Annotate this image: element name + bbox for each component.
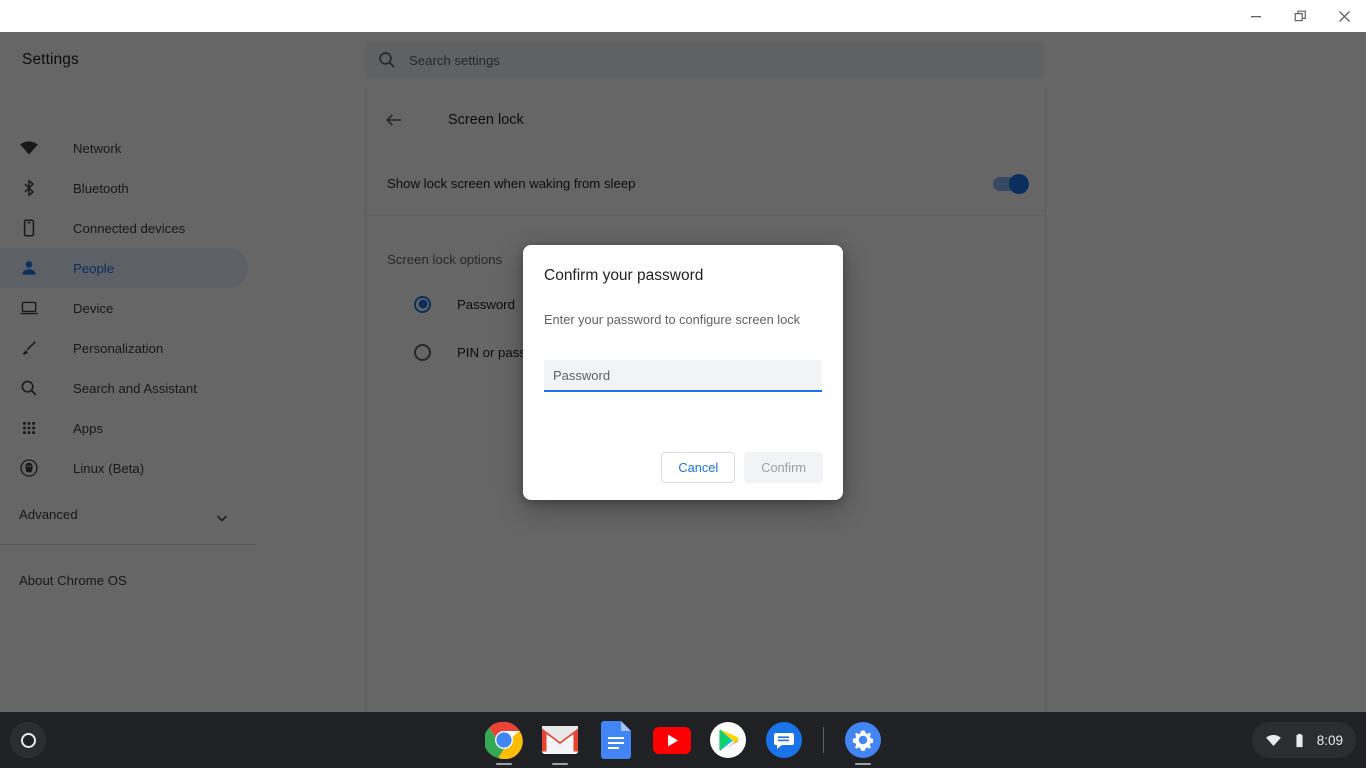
system-tray[interactable]: 8:09 (1251, 722, 1356, 758)
lock-on-wake-row[interactable]: Show lock screen when waking from sleep (366, 152, 1045, 216)
laptop-icon (19, 298, 39, 318)
option-label: Password (457, 296, 515, 312)
radio-button[interactable] (414, 343, 431, 361)
wifi-icon (19, 138, 39, 158)
password-input[interactable]: Password (544, 360, 822, 392)
close-icon[interactable] (1322, 0, 1366, 32)
arrow-back-icon[interactable] (384, 110, 404, 130)
lock-on-wake-label: Show lock screen when waking from sleep (387, 176, 636, 191)
sidebar-item-linux-beta[interactable]: Linux (Beta) (0, 448, 248, 488)
sidebar-item-label: Search and Assistant (73, 380, 197, 396)
shelf-app-messages[interactable] (762, 718, 806, 762)
lock-on-wake-toggle[interactable] (993, 173, 1029, 194)
page-title: Settings (22, 51, 79, 68)
toggle-knob (1009, 173, 1029, 194)
shelf-app-play-store[interactable] (706, 718, 750, 762)
sidebar-item-label: Personalization (73, 340, 164, 356)
sidebar-item-apps[interactable]: Apps (0, 408, 248, 448)
grid-apps-icon (19, 418, 39, 438)
search-icon (19, 378, 39, 398)
sidebar-item-network[interactable]: Network (0, 128, 248, 168)
sidebar-item-personalization[interactable]: Personalization (0, 328, 248, 368)
screen-lock-title: Screen lock (448, 112, 524, 128)
sidebar-item-label: Bluetooth (73, 180, 129, 196)
dialog-title: Confirm your password (544, 267, 704, 284)
password-placeholder: Password (553, 367, 611, 383)
chevron-down-icon (216, 510, 228, 522)
shelf-app-docs[interactable] (594, 718, 638, 762)
window-titlebar (0, 0, 1366, 32)
shelf-app-chrome[interactable] (482, 718, 526, 762)
shelf-app-settings[interactable] (841, 718, 885, 762)
sidebar-divider (0, 544, 256, 545)
phone-icon (19, 218, 39, 238)
restore-icon[interactable] (1278, 0, 1322, 32)
sidebar-item-people[interactable]: People (0, 248, 248, 288)
sidebar-item-search-and-assistant[interactable]: Search and Assistant (0, 368, 248, 408)
search-placeholder: Search settings (409, 52, 500, 68)
person-icon (19, 258, 39, 278)
dialog-subtitle: Enter your password to configure screen … (544, 312, 801, 327)
shelf-apps (0, 712, 1366, 768)
minimize-icon[interactable] (1234, 0, 1278, 32)
shelf-separator (822, 727, 824, 753)
sidebar-item-label: Network (73, 140, 122, 156)
sidebar-item-bluetooth[interactable]: Bluetooth (0, 168, 248, 208)
shelf-app-youtube[interactable] (650, 718, 694, 762)
shelf-app-gmail[interactable] (538, 718, 582, 762)
chromeos-desktop: Settings Search settings Network Bluetoo… (0, 0, 1366, 768)
sidebar-item-about-chrome-os[interactable]: About Chrome OS (0, 560, 256, 600)
radio-button[interactable] (414, 295, 431, 313)
search-input[interactable]: Search settings (365, 42, 1045, 78)
sidebar-item-label: Advanced (19, 506, 78, 522)
settings-topbar: Settings Search settings (0, 32, 1366, 88)
page-header: Screen lock (366, 88, 1045, 152)
sidebar-item-advanced[interactable]: Advanced (0, 494, 256, 534)
confirm-password-dialog: Confirm your password Enter your passwor… (523, 245, 843, 500)
cancel-button[interactable]: Cancel (661, 452, 736, 483)
sidebar-item-label: People (73, 260, 115, 276)
bluetooth-icon (19, 178, 39, 198)
sidebar-item-label: About Chrome OS (19, 572, 127, 588)
clock: 8:09 (1316, 732, 1343, 748)
battery-icon (1291, 732, 1308, 749)
sidebar-item-label: Linux (Beta) (73, 460, 145, 476)
sidebar: Network Bluetooth Connected devices Peop… (0, 88, 256, 712)
search-icon (377, 50, 397, 70)
sidebar-item-label: Apps (73, 420, 104, 436)
confirm-button[interactable]: Confirm (744, 452, 823, 483)
penguin-icon (19, 458, 39, 478)
sidebar-item-label: Connected devices (73, 220, 186, 236)
sidebar-item-label: Device (73, 300, 114, 316)
sidebar-item-device[interactable]: Device (0, 288, 248, 328)
sidebar-item-connected-devices[interactable]: Connected devices (0, 208, 248, 248)
dialog-actions: Cancel Confirm (661, 452, 823, 483)
brush-icon (19, 338, 39, 358)
wifi-icon (1265, 732, 1282, 749)
